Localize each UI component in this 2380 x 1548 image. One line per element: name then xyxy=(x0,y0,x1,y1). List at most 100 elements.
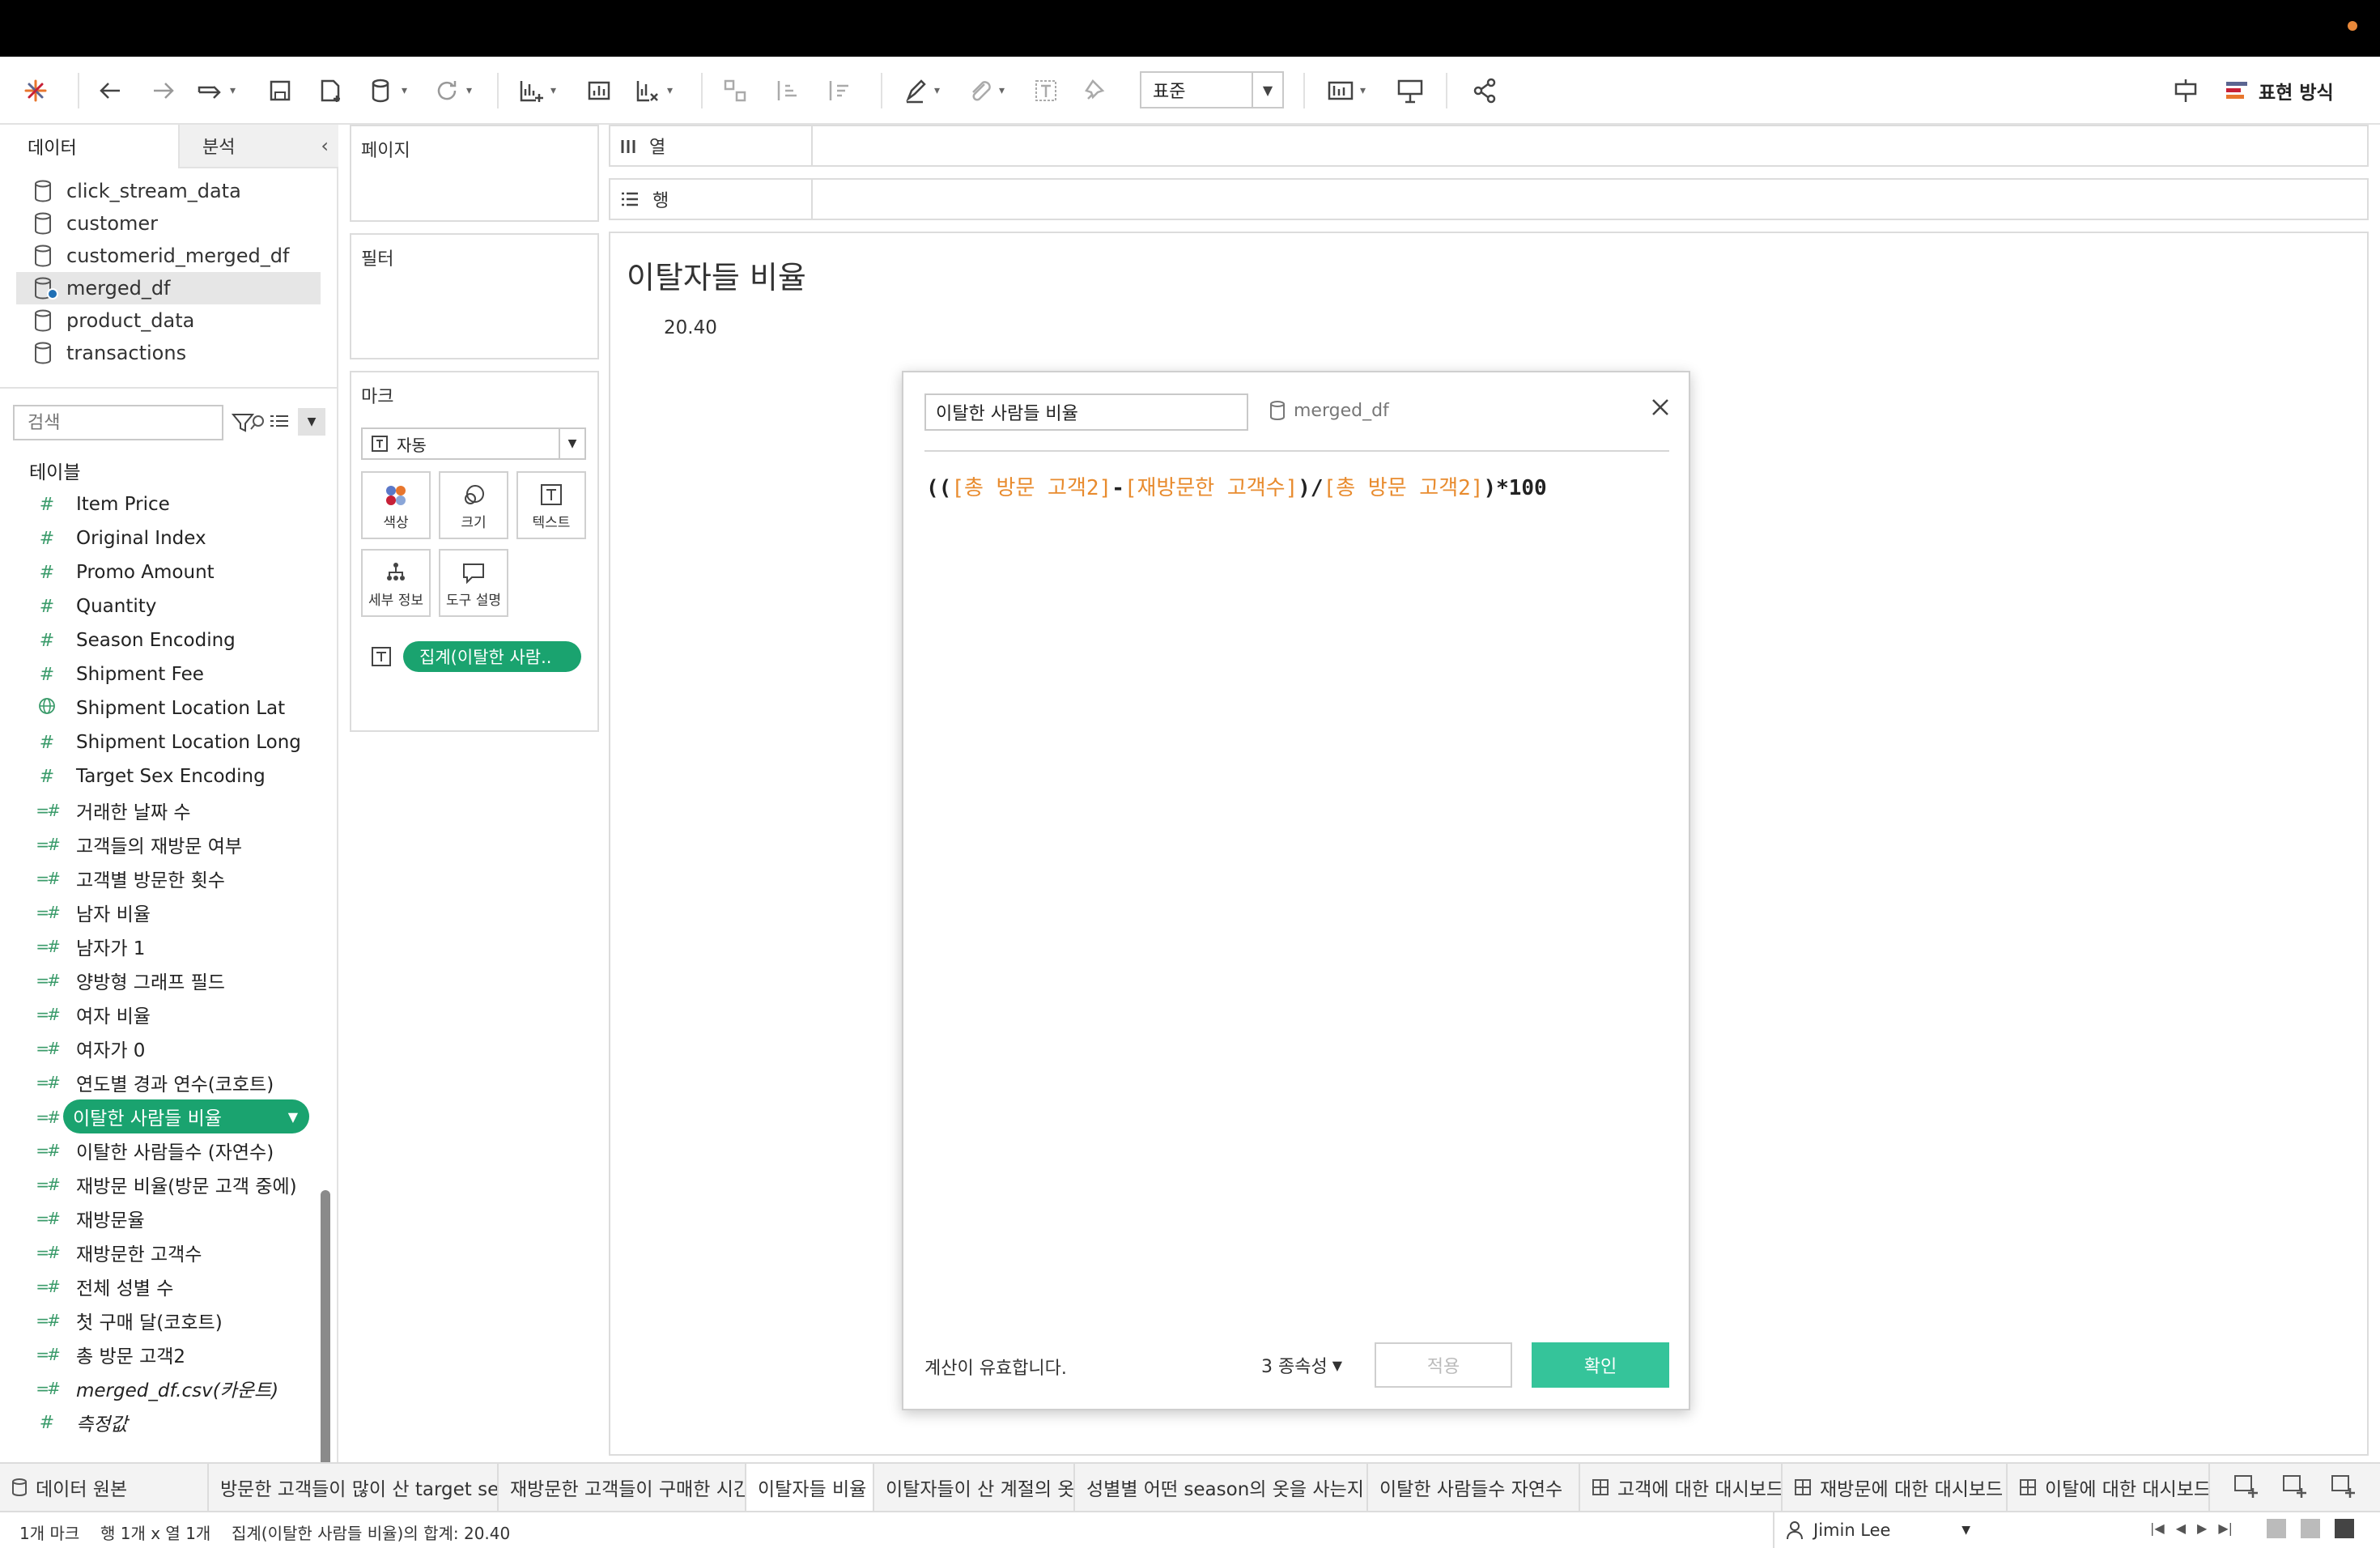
tab-data[interactable]: 데이터 xyxy=(0,125,180,168)
text-mark-value[interactable]: 20.40 xyxy=(664,317,717,338)
color-button[interactable]: 색상 xyxy=(361,471,431,539)
field-item[interactable]: =# 남자 비율 xyxy=(31,895,314,929)
search-field[interactable] xyxy=(15,412,249,433)
tab-dashboard[interactable]: 고객에 대한 대시보드 xyxy=(1580,1464,1783,1511)
field-item[interactable]: =# 연도별 경과 연수(코호트) xyxy=(31,1065,314,1099)
highlight-icon[interactable]: ▾ xyxy=(899,71,940,110)
field-item[interactable]: =# 재방문 비율(방문 고객 중에) xyxy=(31,1167,314,1201)
detail-button[interactable]: 세부 정보 xyxy=(361,549,431,617)
data-source-item[interactable]: transactions xyxy=(16,337,321,369)
field-item[interactable]: =# 전체 성별 수 xyxy=(31,1269,314,1303)
field-item[interactable]: # Quantity xyxy=(31,589,314,623)
apply-button[interactable]: 적용 xyxy=(1375,1342,1512,1388)
tab-dashboard[interactable]: 이탈에 대한 대시보드 xyxy=(2008,1464,2210,1511)
pin-axes-icon[interactable] xyxy=(1080,71,1112,110)
data-source-item[interactable]: product_data xyxy=(16,304,321,337)
tab-data-source[interactable]: 데이터 원본 xyxy=(0,1464,209,1511)
new-dashboard-tab-icon[interactable] xyxy=(2281,1472,2309,1503)
aggregate-measure-pill[interactable]: 집계(이탈한 사람.. xyxy=(403,641,581,672)
tableau-logo-icon[interactable] xyxy=(19,71,52,110)
tab-sheet[interactable]: 방문한 고객들이 많이 산 target se... xyxy=(209,1464,499,1511)
field-item[interactable]: =# 이탈한 사람들수 (자연수) xyxy=(31,1133,314,1167)
redirect-icon[interactable]: ▾ xyxy=(194,71,236,110)
ok-button[interactable]: 확인 xyxy=(1532,1342,1669,1388)
filters-shelf[interactable]: 필터 xyxy=(350,233,599,359)
tab-sheet[interactable]: 성별별 어떤 season의 옷을 사는지 xyxy=(1075,1464,1368,1511)
duplicate-sheet-icon[interactable] xyxy=(583,71,615,110)
prev-sheet-icon[interactable]: ◀ xyxy=(2176,1520,2186,1536)
field-item[interactable]: =# 거래한 날짜 수 xyxy=(31,793,314,827)
search-input[interactable] xyxy=(13,405,264,440)
dependencies-dropdown[interactable]: 3 종속성 ▼ xyxy=(1261,1352,1342,1378)
clear-sheet-icon[interactable]: ▾ xyxy=(631,71,673,110)
data-source-item[interactable]: customer xyxy=(16,207,321,240)
tab-analysis[interactable]: 분석 xyxy=(180,125,338,167)
field-item[interactable]: =# 양방형 그래프 필드 xyxy=(31,963,314,997)
show-mark-labels-icon[interactable] xyxy=(1030,71,1062,110)
field-item[interactable]: # Target Sex Encoding xyxy=(31,759,314,793)
close-icon[interactable] xyxy=(1650,397,1671,421)
data-source-item[interactable]: click_stream_data xyxy=(16,175,321,207)
mark-type-select[interactable]: 자동 ▼ xyxy=(361,427,586,460)
field-item[interactable]: =# 고객별 방문한 횟수 xyxy=(31,861,314,895)
field-item[interactable]: # Promo Amount xyxy=(31,555,314,589)
view-options-dropdown[interactable]: ▼ xyxy=(298,408,325,436)
pages-shelf[interactable]: 페이지 xyxy=(350,125,599,222)
undo-icon[interactable] xyxy=(94,71,126,110)
size-button[interactable]: 크기 xyxy=(439,471,508,539)
field-item[interactable]: # Original Index xyxy=(31,521,314,555)
filter-icon[interactable] xyxy=(230,410,256,439)
field-item[interactable]: # Item Price xyxy=(31,487,314,521)
show-me-button[interactable]: 표현 방식 xyxy=(2225,71,2334,110)
sort-descending-icon[interactable] xyxy=(822,71,855,110)
sorter-view-icon[interactable] xyxy=(2267,1519,2286,1538)
first-sheet-icon[interactable]: |◀ xyxy=(2150,1520,2165,1536)
field-item[interactable]: # 측정값 xyxy=(31,1406,314,1440)
field-item[interactable]: # Shipment Location Long xyxy=(31,725,314,759)
field-item[interactable]: =# merged_df.csv(카운트) xyxy=(31,1372,314,1406)
field-item[interactable]: # Shipment Fee xyxy=(31,657,314,691)
redo-icon[interactable] xyxy=(147,71,180,110)
tooltip-icon[interactable] xyxy=(2170,71,2202,110)
tab-dashboard[interactable]: 재방문에 대한 대시보드 xyxy=(1783,1464,2008,1511)
data-source-item[interactable]: customerid_merged_df xyxy=(16,240,321,272)
field-item[interactable]: =# 고객들의 재방문 여부 xyxy=(31,827,314,861)
presentation-mode-icon[interactable] xyxy=(1394,71,1426,110)
pause-updates-icon[interactable]: ▾ xyxy=(366,71,407,110)
tab-sheet[interactable]: 이탈자들 비율 xyxy=(746,1464,874,1511)
show-cards-icon[interactable]: ▾ xyxy=(1324,71,1366,110)
sort-ascending-icon[interactable] xyxy=(771,71,803,110)
field-item[interactable]: =# 첫 구매 달(코호트) xyxy=(31,1303,314,1337)
collapse-pane-icon[interactable]: ‹ xyxy=(321,134,329,157)
next-sheet-icon[interactable]: ▶ xyxy=(2197,1520,2207,1536)
chevron-down-icon[interactable]: ▼ xyxy=(288,1109,298,1125)
last-sheet-icon[interactable]: ▶| xyxy=(2218,1520,2233,1536)
group-members-icon[interactable]: ▾ xyxy=(963,71,1005,110)
user-menu[interactable]: Jimin Lee ▼ xyxy=(1773,1512,1983,1548)
field-item[interactable]: =# 총 방문 고객2 xyxy=(31,1337,314,1372)
tab-sheet[interactable]: 이탈자들이 산 계절의 옷 xyxy=(874,1464,1075,1511)
field-item[interactable]: =# 재방문율 xyxy=(31,1201,314,1235)
sheet-title[interactable]: 이탈자들 비율 xyxy=(627,253,806,297)
field-item[interactable]: =# 남자가 1 xyxy=(31,929,314,963)
tab-sheet[interactable]: 재방문한 고객들이 구매한 시간 xyxy=(499,1464,746,1511)
swap-rows-columns-icon[interactable] xyxy=(719,71,751,110)
text-button[interactable]: 텍스트 xyxy=(516,471,586,539)
share-icon[interactable] xyxy=(1468,71,1501,110)
new-worksheet-tab-icon[interactable] xyxy=(2233,1472,2260,1503)
tooltip-button[interactable]: 도구 설명 xyxy=(439,549,508,617)
new-worksheet-icon[interactable]: ▾ xyxy=(515,71,556,110)
columns-shelf[interactable]: 열 xyxy=(609,125,2369,167)
refresh-icon[interactable]: ▾ xyxy=(431,71,472,110)
save-icon[interactable] xyxy=(264,71,296,110)
calculation-name-field[interactable]: 이탈한 사람들 비율 xyxy=(924,393,1248,431)
new-data-source-icon[interactable] xyxy=(314,71,346,110)
new-story-tab-icon[interactable] xyxy=(2330,1472,2357,1503)
field-item[interactable]: =# 여자 비율 xyxy=(31,997,314,1031)
format-select[interactable]: 표준 ▼ xyxy=(1140,71,1284,108)
field-item-selected[interactable]: =#이탈한 사람들 비율▼ xyxy=(63,1099,309,1133)
formula-editor[interactable]: (([총 방문 고객2]-[재방문한 고객수])/[총 방문 고객2])*100 xyxy=(926,471,1547,501)
data-source-item[interactable]: merged_df xyxy=(16,272,321,304)
tab-sheet[interactable]: 이탈한 사람들수 자연수 xyxy=(1368,1464,1580,1511)
rows-shelf[interactable]: 행 xyxy=(609,178,2369,220)
